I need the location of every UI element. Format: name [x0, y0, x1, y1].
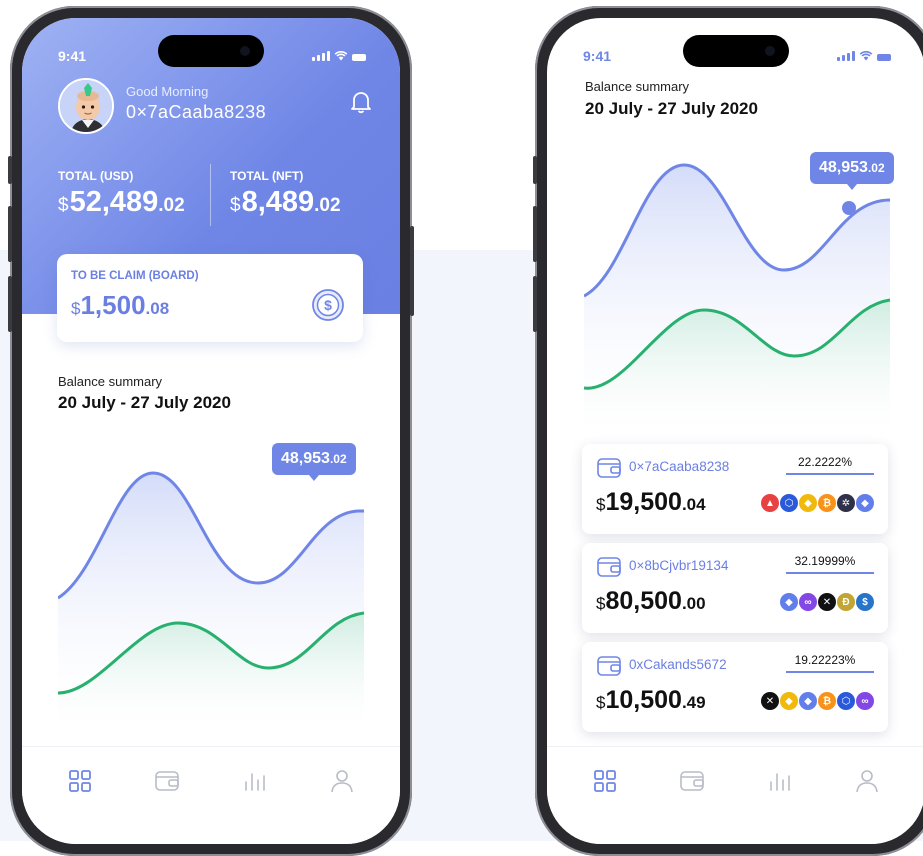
wallet-icon: [597, 557, 621, 577]
tab-profile[interactable]: [322, 761, 362, 801]
tab-dashboard[interactable]: [60, 761, 100, 801]
stats-icon: [244, 773, 265, 791]
balance-summary-label: Balance summary: [58, 374, 163, 389]
chart-tooltip: 48,953.02: [810, 152, 894, 190]
chainlink-icon: ⬡: [837, 692, 855, 710]
wallet-icon: [597, 458, 621, 478]
signal-icon: [312, 51, 330, 61]
chart-tooltip: 48,953.02: [272, 443, 356, 481]
ethereum-icon: ◆: [799, 692, 817, 710]
wallet-percent: 19.22223%: [794, 653, 856, 667]
wifi-icon: [334, 51, 348, 61]
cosmos-icon: ✲: [837, 494, 855, 512]
usdc-icon: $: [856, 593, 874, 611]
tab-bar: [22, 746, 400, 844]
wallet-icon: [680, 771, 705, 791]
battery-icon: [877, 54, 891, 61]
total-nft-value: $8,489.02: [230, 186, 341, 218]
wallet-card[interactable]: 0xCakands5672 19.22223% $10,500.49 ✕ ◆ ◆…: [582, 642, 888, 732]
tab-bar: [547, 746, 923, 844]
dynamic-island: [683, 35, 789, 67]
bnb-icon: ◆: [799, 494, 817, 512]
screen: 9:41 Good Morning 0×7aCaaba8238 TOTAL (U…: [22, 18, 400, 844]
dogecoin-icon: Ð: [837, 593, 855, 611]
ethereum-icon: ◆: [856, 494, 874, 512]
balance-chart[interactable]: [584, 158, 890, 448]
bnb-icon: ◆: [780, 692, 798, 710]
dynamic-island: [158, 35, 264, 67]
claim-label: TO BE CLAIM (BOARD): [71, 270, 199, 282]
tab-stats[interactable]: [760, 761, 800, 801]
total-usd-value: $52,489.02: [58, 186, 185, 218]
stats-icon: [769, 773, 790, 791]
tab-stats[interactable]: [235, 761, 275, 801]
wallet-icon: [155, 771, 180, 791]
polygon-icon: ∞: [799, 593, 817, 611]
chart-marker[interactable]: [842, 201, 856, 215]
tab-dashboard[interactable]: [585, 761, 625, 801]
xrp-icon: ✕: [761, 692, 779, 710]
status-icons: [312, 50, 366, 61]
dashboard-icon: [68, 770, 91, 792]
phone-right: 9:41 Balance summary 20 July - 27 July 2…: [533, 6, 923, 856]
status-time: 9:41: [583, 48, 612, 64]
claim-value: $1,500.08: [71, 290, 170, 320]
balance-summary-range: 20 July - 27 July 2020: [585, 99, 758, 118]
tab-profile[interactable]: [847, 761, 887, 801]
status-icons: [837, 50, 891, 61]
bell-icon[interactable]: [350, 90, 372, 119]
profile-icon: [856, 770, 879, 793]
xrp-icon: ✕: [818, 593, 836, 611]
polygon-icon: ∞: [856, 692, 874, 710]
profile-icon: [331, 770, 354, 793]
balance-chart[interactable]: [58, 443, 364, 743]
percent-underline: [786, 572, 874, 574]
signal-icon: [837, 51, 855, 61]
dashboard-icon: [593, 770, 616, 792]
divider: [210, 164, 211, 226]
greeting-text: Good Morning: [126, 84, 209, 99]
avalanche-icon: ▲: [761, 494, 779, 512]
balance-summary-range: 20 July - 27 July 2020: [58, 393, 231, 412]
bitcoin-icon: ₿: [818, 692, 836, 710]
total-usd-label: TOTAL (USD): [58, 169, 134, 183]
wallet-address: 0xCakands5672: [629, 657, 727, 672]
wifi-icon: [859, 51, 873, 61]
percent-underline: [786, 671, 874, 673]
token-list: ▲ ⬡ ◆ ₿ ✲ ◆: [760, 494, 874, 512]
balance-summary-label: Balance summary: [585, 79, 690, 94]
wallet-address: 0×8bCjvbr19134: [629, 558, 729, 573]
total-nft-label: TOTAL (NFT): [230, 169, 304, 183]
wallet-value: $80,500.00: [596, 587, 706, 615]
wallet-card[interactable]: 0×8bCjvbr19134 32.19999% $80,500.00 ◆ ∞ …: [582, 543, 888, 633]
wallet-address: 0×7aCaaba8238: [629, 459, 730, 474]
token-list: ◆ ∞ ✕ Ð $: [779, 593, 874, 611]
svg-text:$: $: [324, 297, 332, 313]
screen: 9:41 Balance summary 20 July - 27 July 2…: [547, 18, 923, 844]
wallet-percent: 32.19999%: [794, 554, 856, 568]
claim-card[interactable]: TO BE CLAIM (BOARD) $1,500.08 $: [57, 254, 363, 342]
ethereum-icon: ◆: [780, 593, 798, 611]
status-time: 9:41: [58, 48, 87, 64]
wallet-percent: 22.2222%: [797, 455, 853, 469]
bitcoin-icon: ₿: [818, 494, 836, 512]
wallet-value: $19,500.04: [596, 488, 706, 516]
dollar-coin-icon[interactable]: $: [311, 288, 345, 327]
phone-left: 9:41 Good Morning 0×7aCaaba8238 TOTAL (U…: [8, 6, 414, 856]
wallet-card[interactable]: 0×7aCaaba8238 22.2222% $19,500.04 ▲ ⬡ ◆ …: [582, 444, 888, 534]
wallet-value: $10,500.49: [596, 686, 706, 714]
chainlink-icon: ⬡: [780, 494, 798, 512]
percent-underline: [786, 473, 874, 475]
tab-wallet[interactable]: [672, 761, 712, 801]
avatar[interactable]: [58, 78, 114, 134]
wallet-icon: [597, 656, 621, 676]
token-list: ✕ ◆ ◆ ₿ ⬡ ∞: [760, 692, 874, 710]
tab-wallet[interactable]: [147, 761, 187, 801]
wallet-address[interactable]: 0×7aCaaba8238: [126, 102, 266, 123]
battery-icon: [352, 54, 366, 61]
